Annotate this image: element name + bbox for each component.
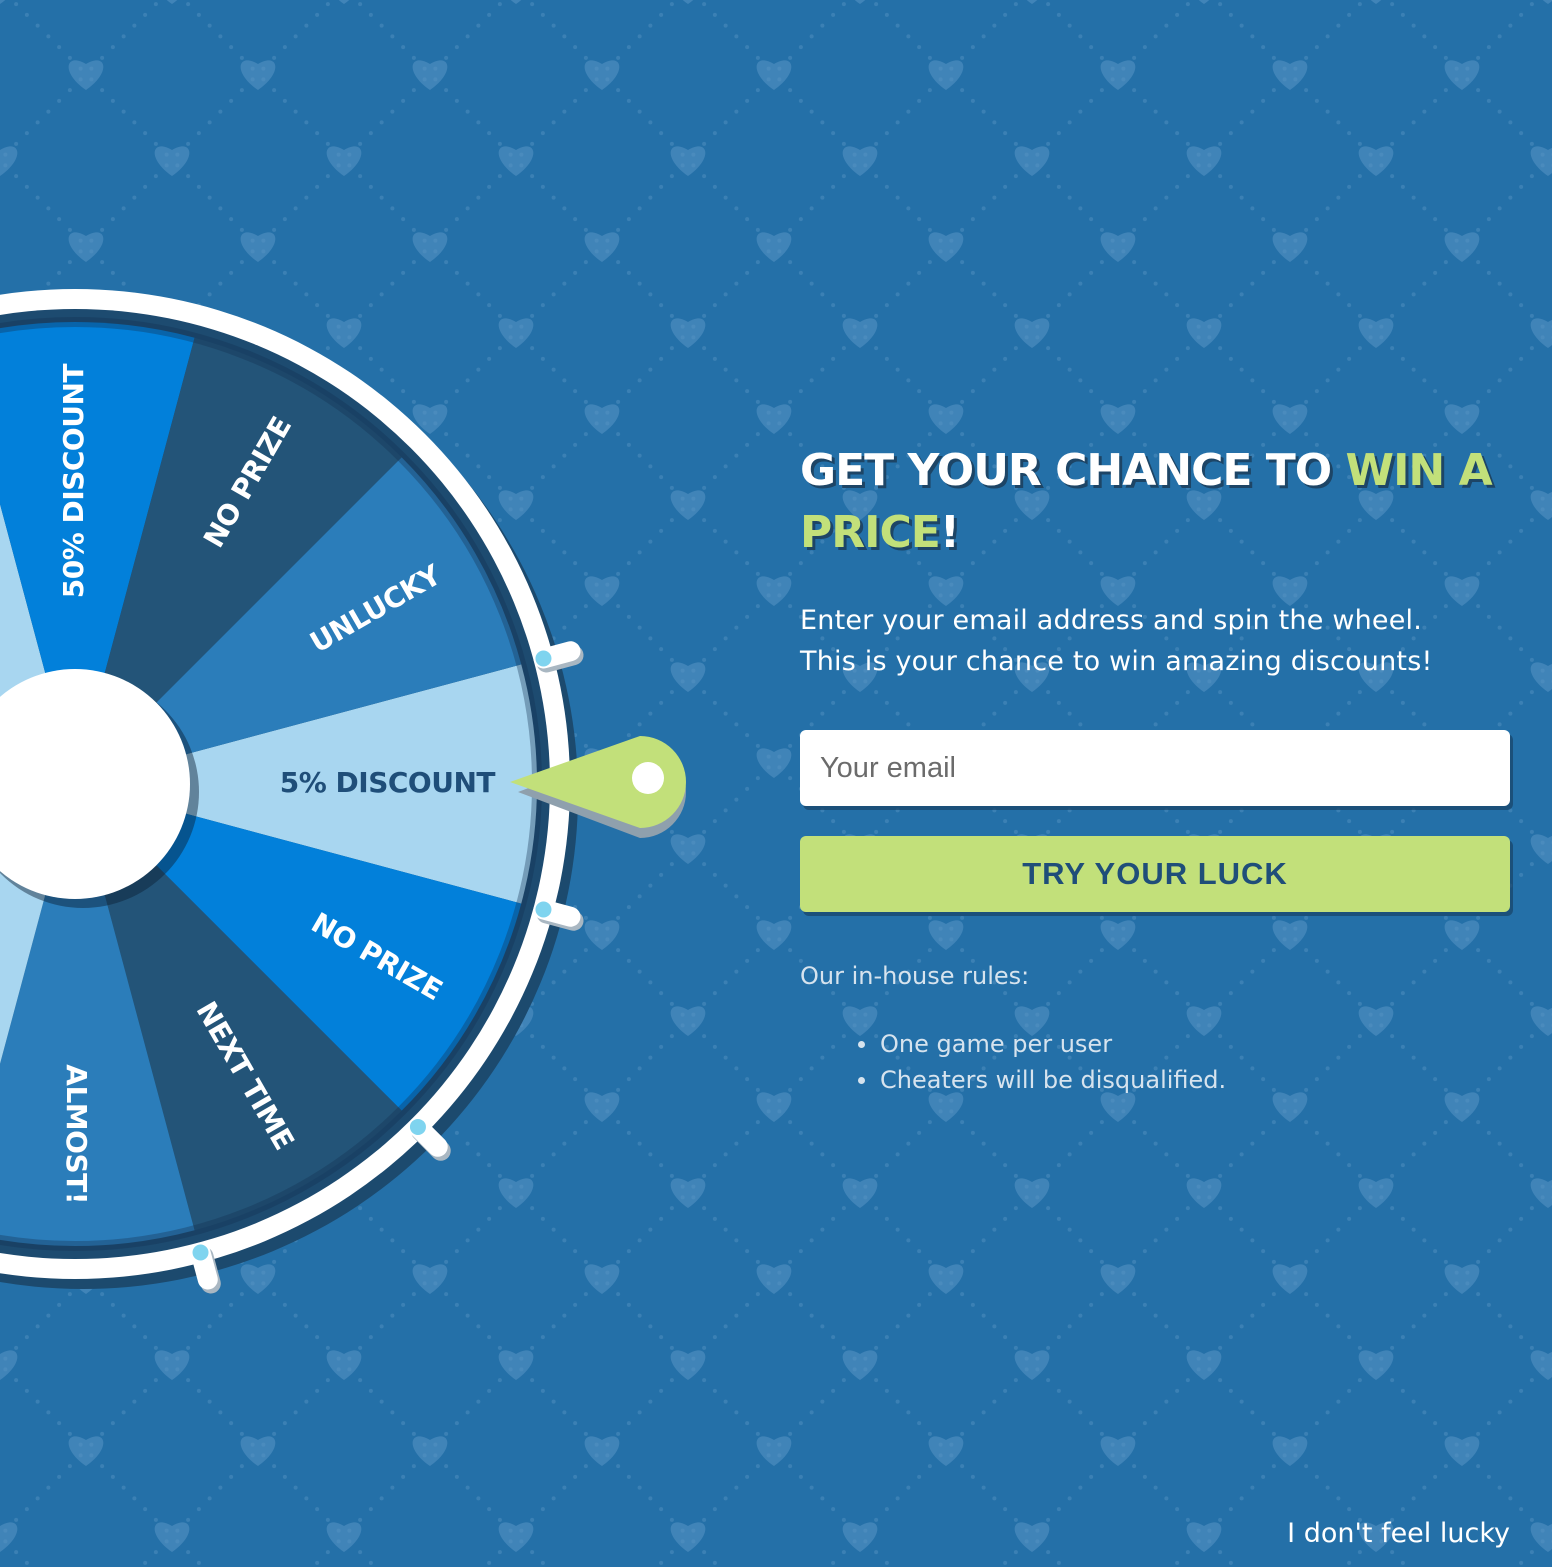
- wheel-segment-label: ALMOST!: [60, 1064, 93, 1204]
- rule-item: Cheaters will be disqualified.: [857, 1062, 1226, 1098]
- description: Enter your email address and spin the wh…: [800, 600, 1520, 682]
- rules-list: One game per user Cheaters will be disqu…: [857, 1026, 1226, 1098]
- signup-panel: GET YOUR CHANCE TO WIN A PRICE! Enter yo…: [800, 440, 1520, 1094]
- description-line-2: This is your chance to win amazing disco…: [800, 646, 1433, 677]
- spin-wheel-page: 5% DISCOUNT NO PRIZE NEXT TIME ALMOST! 50% D…: [0, 0, 1552, 1567]
- wheel-peg: [409, 1118, 426, 1135]
- headline-text: GET YOUR CHANCE TO: [800, 445, 1346, 496]
- wheel-segment-label: 50% DISCOUNT: [57, 364, 90, 599]
- wheel-peg: [535, 650, 552, 667]
- rule-item: One game per user: [857, 1026, 1226, 1062]
- headline-exclamation: !: [939, 507, 960, 558]
- wheel-peg: [535, 901, 552, 918]
- headline: GET YOUR CHANCE TO WIN A PRICE!: [800, 440, 1520, 564]
- description-line-1: Enter your email address and spin the wh…: [800, 605, 1423, 636]
- try-your-luck-button[interactable]: TRY YOUR LUCK: [800, 836, 1510, 912]
- wheel-segment-label: 5% DISCOUNT: [280, 766, 496, 799]
- rules-title: Our in-house rules:: [800, 962, 1030, 990]
- dont-feel-lucky-link[interactable]: I don't feel lucky: [1287, 1518, 1510, 1549]
- prize-wheel[interactable]: 5% DISCOUNTNO PRIZENEXT TIMEALMOST!50% D…: [0, 0, 760, 1567]
- wheel-peg: [192, 1244, 209, 1261]
- email-input[interactable]: [800, 730, 1510, 806]
